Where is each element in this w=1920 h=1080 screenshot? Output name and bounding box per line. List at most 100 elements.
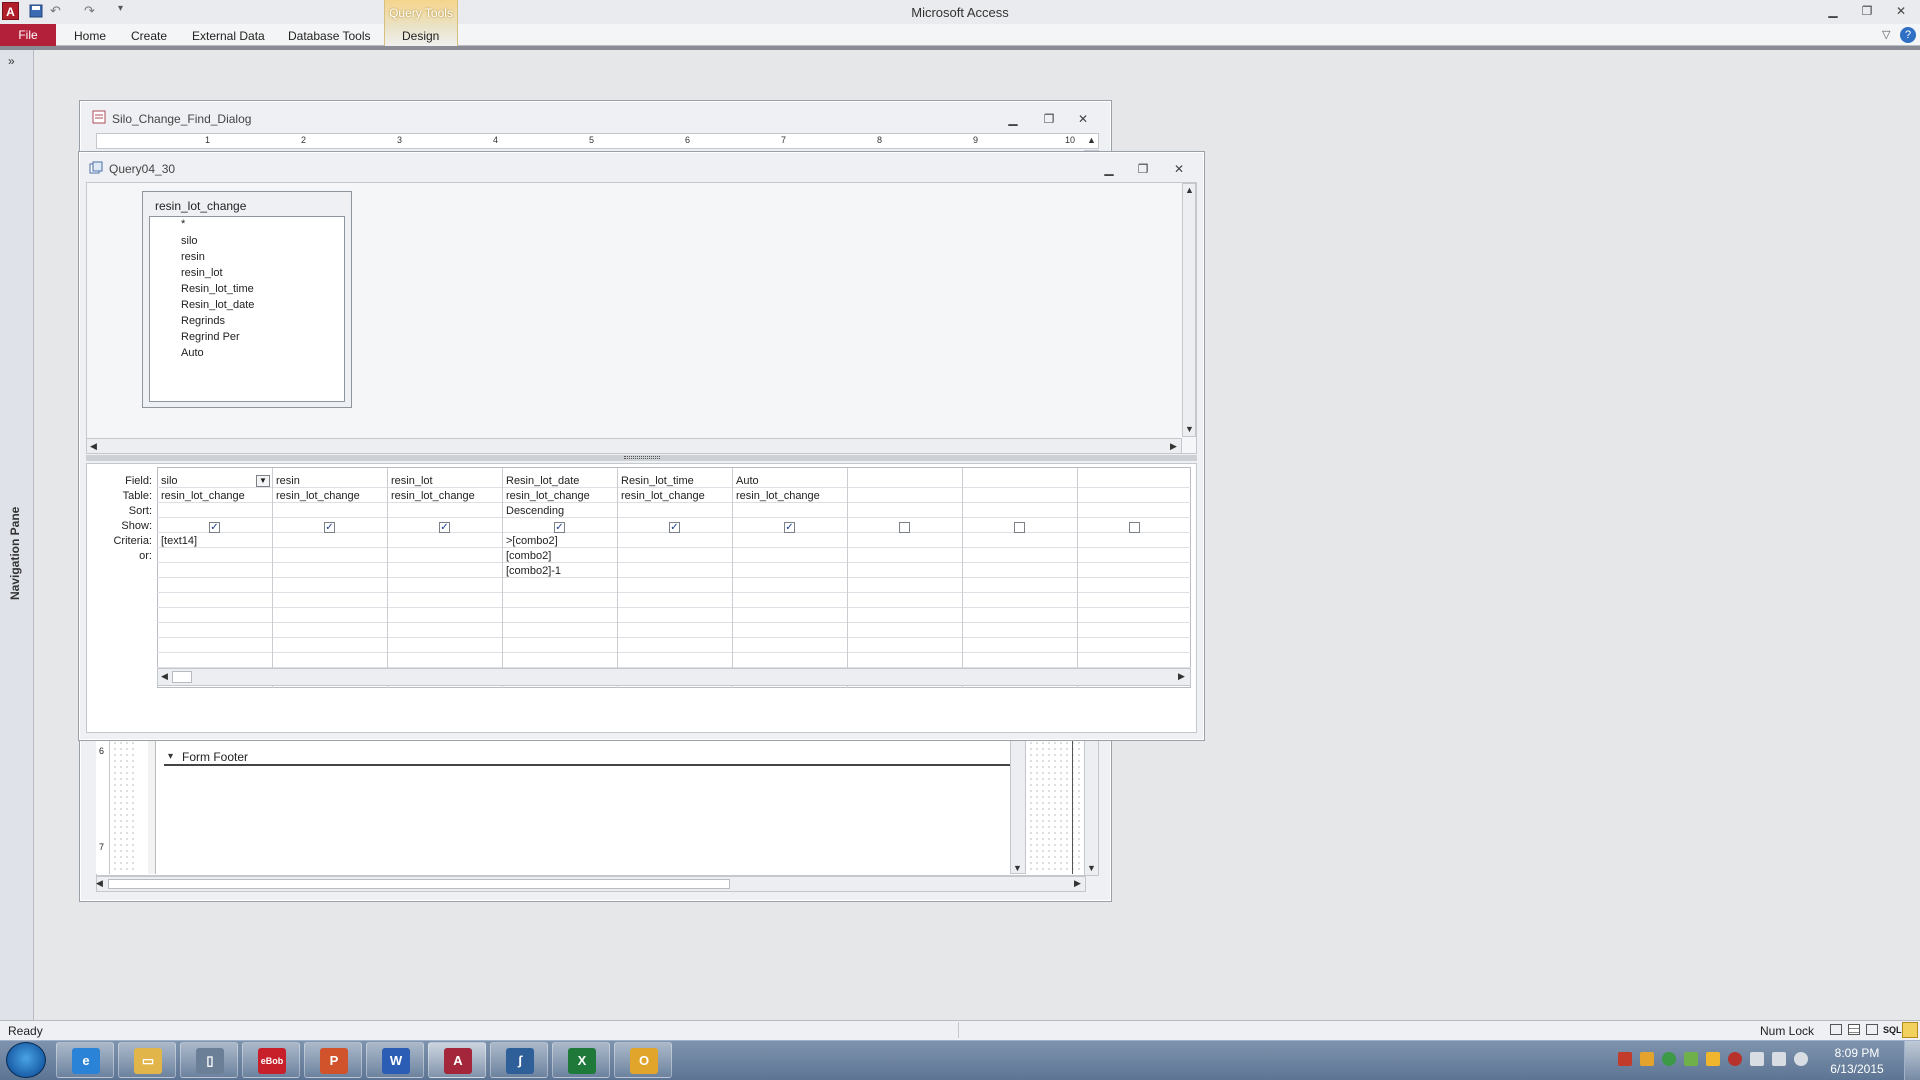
- show-desktop-button[interactable]: [1904, 1041, 1920, 1080]
- minimize-ribbon-icon[interactable]: ▽: [1882, 28, 1890, 41]
- grid-table-cell[interactable]: resin_lot_change: [276, 490, 384, 502]
- grid-criteria-cell[interactable]: [text14]: [161, 535, 269, 547]
- grid-sort-cell[interactable]: Descending: [506, 505, 614, 517]
- tray-flag-icon[interactable]: [1750, 1052, 1764, 1066]
- table-pane-horizontal-scrollbar[interactable]: [86, 438, 1182, 454]
- taskbar-app-excel[interactable]: X: [552, 1042, 610, 1078]
- field-list-item[interactable]: Regrind Per: [181, 331, 240, 343]
- start-button[interactable]: [6, 1042, 46, 1078]
- show-checkbox[interactable]: ✓: [439, 522, 450, 533]
- form-footer-section-bar[interactable]: Form Footer: [164, 748, 1010, 766]
- query-minimize-button[interactable]: ▁: [1100, 162, 1118, 178]
- sql-view-icon[interactable]: SQL: [1883, 1025, 1902, 1035]
- tab-create[interactable]: Create: [131, 26, 167, 46]
- grid-hscroll-thumb[interactable]: [172, 671, 192, 683]
- help-icon[interactable]: ?: [1900, 27, 1916, 43]
- form-close-button[interactable]: ✕: [1074, 112, 1092, 128]
- scroll-down-arrow-icon[interactable]: ▼: [1185, 424, 1194, 434]
- scroll-down-arrow-icon[interactable]: ▼: [1087, 863, 1096, 873]
- grid-table-cell[interactable]: resin_lot_change: [391, 490, 499, 502]
- tray-update-icon[interactable]: [1640, 1052, 1654, 1066]
- field-dropdown-chevron-down-icon[interactable]: ▼: [256, 475, 270, 487]
- field-list-item[interactable]: Resin_lot_date: [181, 299, 254, 311]
- pivot-view-icon[interactable]: [1848, 1024, 1860, 1035]
- field-list-item[interactable]: silo: [181, 235, 198, 247]
- grid-criteria-cell[interactable]: >[combo2]: [506, 535, 614, 547]
- datasheet-view-icon[interactable]: [1830, 1024, 1842, 1035]
- show-checkbox[interactable]: ✓: [324, 522, 335, 533]
- tray-antivirus-icon[interactable]: [1618, 1052, 1632, 1066]
- grid-table-cell[interactable]: resin_lot_change: [621, 490, 729, 502]
- taskbar-app-internet-explorer[interactable]: e: [56, 1042, 114, 1078]
- tab-external-data[interactable]: External Data: [192, 26, 265, 46]
- show-checkbox[interactable]: ✓: [554, 522, 565, 533]
- taskbar-app-outlook[interactable]: O: [614, 1042, 672, 1078]
- scroll-up-arrow-icon[interactable]: ▲: [1087, 135, 1096, 145]
- restore-app-button[interactable]: ❐: [1858, 4, 1876, 20]
- grid-field-cell[interactable]: resin: [276, 475, 384, 487]
- grid-field-cell[interactable]: Resin_lot_time: [621, 475, 729, 487]
- form-minimize-button[interactable]: ▁: [1004, 112, 1022, 128]
- minimize-app-button[interactable]: ▁: [1824, 4, 1842, 20]
- tray-volume-icon[interactable]: [1794, 1052, 1808, 1066]
- grid-table-cell[interactable]: resin_lot_change: [161, 490, 269, 502]
- taskbar-clock[interactable]: 8:09 PM 6/13/2015: [1822, 1045, 1892, 1077]
- taskbar-app-word[interactable]: W: [366, 1042, 424, 1078]
- form-vertical-scrollbar[interactable]: [1010, 740, 1026, 874]
- grid-table-cell[interactable]: resin_lot_change: [736, 490, 844, 502]
- show-checkbox[interactable]: ✓: [669, 522, 680, 533]
- taskbar-app-file-explorer[interactable]: ▭: [118, 1042, 176, 1078]
- grid-table-cell[interactable]: resin_lot_change: [506, 490, 614, 502]
- tab-home[interactable]: Home: [74, 26, 106, 46]
- grid-field-cell[interactable]: resin_lot: [391, 475, 499, 487]
- navigation-pane-label[interactable]: Navigation Pane: [8, 507, 22, 600]
- grid-field-cell[interactable]: silo: [161, 475, 255, 487]
- scroll-right-arrow-icon[interactable]: ▶: [1170, 441, 1177, 452]
- tray-security-icon[interactable]: [1728, 1052, 1742, 1066]
- tray-office-icon[interactable]: [1706, 1052, 1720, 1066]
- section-expand-icon[interactable]: ▾: [168, 751, 173, 762]
- grid-field-cell[interactable]: Auto: [736, 475, 844, 487]
- taskbar-app-powerpoint[interactable]: P: [304, 1042, 362, 1078]
- tab-database-tools[interactable]: Database Tools: [288, 26, 371, 46]
- tray-device-icon[interactable]: [1684, 1052, 1698, 1066]
- grid-or-cell[interactable]: [combo2]: [506, 550, 614, 562]
- section-selector[interactable]: [148, 740, 156, 874]
- tab-file[interactable]: File: [0, 24, 56, 46]
- show-checkbox[interactable]: [1129, 522, 1140, 533]
- tab-design[interactable]: Design: [402, 26, 439, 46]
- grid-or-cell[interactable]: [combo2]-1: [506, 565, 614, 577]
- pivot-chart-view-icon[interactable]: [1866, 1024, 1878, 1035]
- grid-field-cell[interactable]: Resin_lot_date: [506, 475, 614, 487]
- scroll-left-arrow-icon[interactable]: ◀: [96, 878, 103, 889]
- show-checkbox[interactable]: ✓: [209, 522, 220, 533]
- nav-pane-expand-icon[interactable]: »: [8, 54, 15, 68]
- show-checkbox[interactable]: [1014, 522, 1025, 533]
- tray-network-icon[interactable]: [1772, 1052, 1786, 1066]
- scroll-up-arrow-icon[interactable]: ▲: [1185, 185, 1194, 195]
- field-list-item[interactable]: Regrinds: [181, 315, 225, 327]
- taskbar-app-access[interactable]: A: [428, 1042, 486, 1078]
- field-list-item[interactable]: resin: [181, 251, 205, 263]
- splitter-grip-icon[interactable]: [624, 456, 660, 459]
- scroll-down-arrow-icon[interactable]: ▼: [1013, 863, 1022, 873]
- close-app-button[interactable]: ✕: [1892, 4, 1910, 20]
- query-restore-button[interactable]: ❐: [1134, 162, 1152, 178]
- scroll-left-arrow-icon[interactable]: ◀: [161, 671, 168, 682]
- taskbar-app-ebob[interactable]: eBob: [242, 1042, 300, 1078]
- scroll-right-arrow-icon[interactable]: ▶: [1178, 671, 1185, 682]
- query-close-button[interactable]: ✕: [1170, 162, 1188, 178]
- taskbar-app-documents[interactable]: ▯: [180, 1042, 238, 1078]
- taskbar-app-python[interactable]: ʃ: [490, 1042, 548, 1078]
- field-list-item[interactable]: Resin_lot_time: [181, 283, 254, 295]
- tray-sync-icon[interactable]: [1662, 1052, 1676, 1066]
- grid-horizontal-scrollbar[interactable]: [157, 668, 1191, 686]
- show-checkbox[interactable]: ✓: [784, 522, 795, 533]
- field-list-item[interactable]: *: [181, 218, 185, 230]
- field-list-item[interactable]: resin_lot: [181, 267, 223, 279]
- scroll-right-arrow-icon[interactable]: ▶: [1074, 878, 1081, 889]
- table-field-list-title[interactable]: resin_lot_change: [155, 199, 246, 213]
- field-list-item[interactable]: Auto: [181, 347, 204, 359]
- form-restore-button[interactable]: ❐: [1040, 112, 1058, 128]
- show-checkbox[interactable]: [899, 522, 910, 533]
